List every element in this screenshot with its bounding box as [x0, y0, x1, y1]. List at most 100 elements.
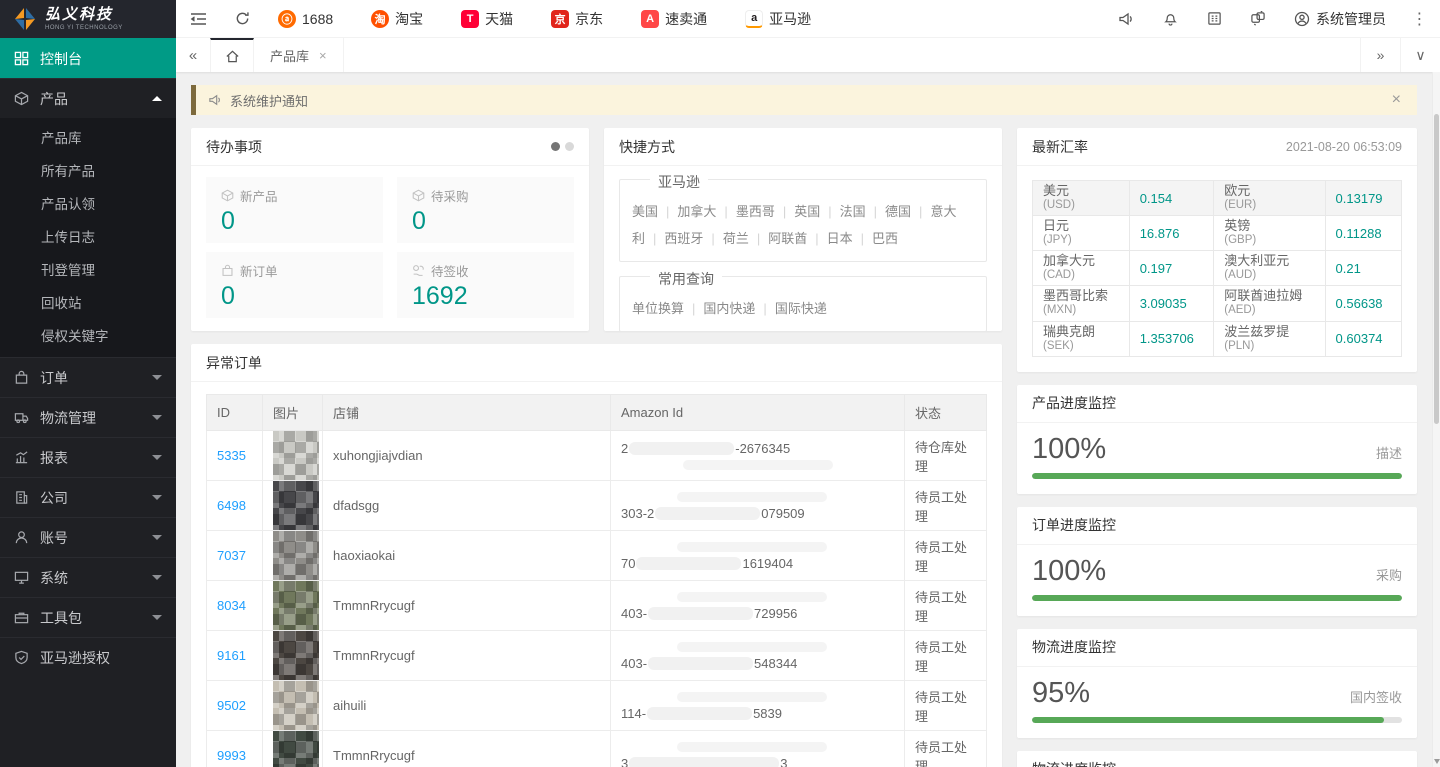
shortcut-link[interactable]: 加拿大: [677, 204, 716, 219]
sidebar-subitem-product-claim[interactable]: 产品认领: [0, 188, 176, 221]
tab-close-icon[interactable]: ×: [319, 48, 327, 63]
sidebar-item-amazon-auth[interactable]: 亚马逊授权: [0, 637, 176, 677]
sidebar-item-system[interactable]: 系统: [0, 557, 176, 597]
progress-label: 采购: [1376, 565, 1402, 584]
sidebar-item-logistics[interactable]: 物流管理: [0, 397, 176, 437]
currency-name: 美元: [1043, 184, 1119, 199]
order-id-link[interactable]: 5335: [217, 448, 246, 463]
order-id-link[interactable]: 6498: [217, 498, 246, 513]
sidebar-subitem-product-library[interactable]: 产品库: [0, 122, 176, 155]
tab-product-library[interactable]: 产品库 ×: [254, 38, 344, 72]
shortcut-link[interactable]: 国际快递: [775, 301, 827, 316]
marketplace-aliexpress[interactable]: A 速卖通: [627, 9, 731, 29]
separator: |: [783, 204, 786, 219]
more-menu-icon[interactable]: ⋮: [1400, 9, 1440, 29]
marketplace-1688[interactable]: ⓐ 1688: [264, 10, 357, 28]
rates-row: 加拿大元(CAD) 0.197 澳大利亚元(AUD) 0.21: [1033, 251, 1402, 286]
sidebar-item-accounts[interactable]: 账号: [0, 517, 176, 557]
shortcut-link[interactable]: 英国: [794, 204, 820, 219]
shortcut-link[interactable]: 阿联酋: [768, 231, 807, 246]
shortcut-link[interactable]: 德国: [885, 204, 911, 219]
chevron-down-icon: [152, 495, 162, 500]
redacted-text: [677, 542, 827, 552]
scrollbar-thumb[interactable]: [1434, 114, 1439, 424]
sidebar-subitem-infringing-keywords[interactable]: 侵权关键字: [0, 320, 176, 353]
amazon-id: 403-548344: [621, 657, 894, 670]
tabbar-spacer: [344, 38, 1360, 72]
notice-close-icon[interactable]: ×: [1388, 91, 1405, 109]
stat-label: 新订单: [240, 261, 278, 280]
shop-name: haoxiaokai: [323, 531, 611, 581]
sidebar-subitem-listing-mgmt[interactable]: 刊登管理: [0, 254, 176, 287]
tabs-scroll-left[interactable]: «: [176, 38, 210, 72]
stat-new-orders[interactable]: 新订单 0: [206, 252, 383, 318]
shortcut-link[interactable]: 国内快递: [703, 301, 755, 316]
order-status: 待员工处理: [905, 531, 987, 581]
sidebar-item-orders[interactable]: 订单: [0, 357, 176, 397]
vertical-scrollbar[interactable]: [1432, 72, 1440, 767]
tabs-menu-icon[interactable]: ∨: [1400, 38, 1440, 72]
bag-icon: [221, 264, 234, 277]
shortcut-link[interactable]: 巴西: [872, 231, 898, 246]
amazon-icon: a: [745, 10, 763, 28]
refresh-icon[interactable]: [220, 0, 264, 38]
stat-new-products[interactable]: 新产品 0: [206, 177, 383, 243]
notice-text[interactable]: 系统维护通知: [230, 91, 308, 110]
shortcut-link[interactable]: 墨西哥: [736, 204, 775, 219]
marketplace-tmall[interactable]: T 天猫: [447, 9, 537, 29]
order-id-link[interactable]: 9161: [217, 648, 246, 663]
product-image-blurred: [273, 631, 319, 680]
shortcut-link[interactable]: 日本: [827, 231, 853, 246]
app-grid-icon[interactable]: [1192, 0, 1236, 38]
tab-home[interactable]: [210, 38, 254, 72]
tabs-scroll-right[interactable]: »: [1360, 38, 1400, 72]
username: 系统管理员: [1316, 9, 1386, 29]
sidebar-item-toolbox[interactable]: 工具包: [0, 597, 176, 637]
sidebar-item-company[interactable]: 公司: [0, 477, 176, 517]
carousel-dot-active[interactable]: [551, 142, 560, 151]
stat-label: 待采购: [431, 186, 469, 205]
bell-icon[interactable]: [1148, 0, 1192, 38]
sidebar-subitem-all-products[interactable]: 所有产品: [0, 155, 176, 188]
stat-pending-purchase[interactable]: 待采购 0: [397, 177, 574, 243]
sidebar-item-reports[interactable]: 报表: [0, 437, 176, 477]
order-id-link[interactable]: 9993: [217, 748, 246, 763]
sidebar-item-label: 产品: [40, 89, 68, 109]
marketplace-jd[interactable]: 京 京东: [537, 9, 627, 29]
sidebar-item-label: 公司: [40, 488, 68, 508]
shortcut-link[interactable]: 美国: [632, 204, 658, 219]
order-id-link[interactable]: 7037: [217, 548, 246, 563]
stat-pending-receipt[interactable]: 待签收 1692: [397, 252, 574, 318]
brand-logo: 弘义科技 HONG YI TECHNOLOGY: [0, 0, 176, 38]
stat-value: 0: [221, 207, 368, 236]
marketplace-taobao[interactable]: 淘 淘宝: [357, 9, 447, 29]
shortcut-link[interactable]: 单位换算: [632, 301, 684, 316]
scrollbar-down-arrow[interactable]: [1434, 759, 1440, 764]
carousel-dot[interactable]: [565, 142, 574, 151]
todo-card: 待办事项 新产品: [191, 128, 589, 331]
user-menu[interactable]: 系统管理员: [1280, 9, 1400, 29]
collapse-sidebar-icon[interactable]: [176, 0, 220, 38]
separator: |: [763, 301, 766, 316]
exchange-icon[interactable]: [1236, 0, 1280, 38]
sidebar-item-console[interactable]: 控制台: [0, 38, 176, 78]
sidebar-subitem-recycle-bin[interactable]: 回收站: [0, 287, 176, 320]
order-id-link[interactable]: 8034: [217, 598, 246, 613]
shortcut-link[interactable]: 西班牙: [664, 231, 703, 246]
marketplace-amazon[interactable]: a 亚马逊: [731, 9, 835, 29]
order-id-link[interactable]: 9502: [217, 698, 246, 713]
redacted-text: [677, 692, 827, 702]
sidebar-item-product[interactable]: 产品: [0, 78, 176, 118]
redacted-text: [655, 507, 760, 520]
sidebar-subitem-upload-log[interactable]: 上传日志: [0, 221, 176, 254]
shortcut-link[interactable]: 法国: [840, 204, 866, 219]
currency-rate: 0.154: [1129, 181, 1214, 216]
tab-bar: « 产品库 × » ∨: [176, 38, 1440, 72]
rates-updated-time: 2021-08-20 06:53:09: [1286, 140, 1402, 154]
currency-code: (EUR): [1224, 199, 1314, 212]
redacted-text: [683, 460, 833, 470]
currency-code: (CAD): [1043, 269, 1119, 282]
separator: |: [919, 204, 922, 219]
announcement-icon[interactable]: [1104, 0, 1148, 38]
shortcut-link[interactable]: 荷兰: [723, 231, 749, 246]
